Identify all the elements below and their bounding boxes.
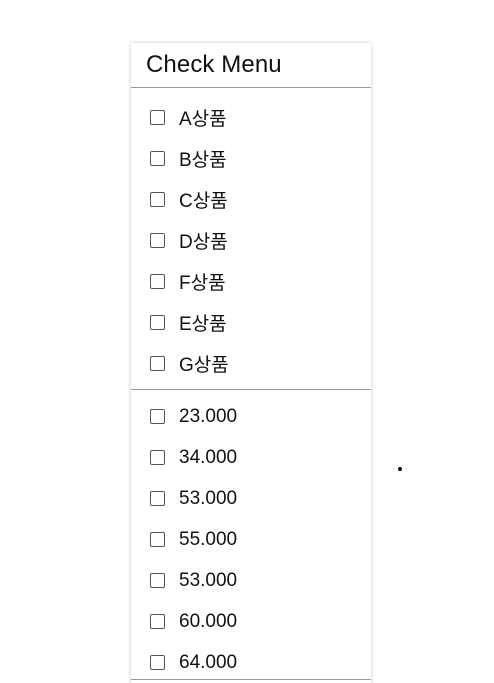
product-item[interactable]: G상품: [131, 343, 371, 384]
page: Check Menu A상품 B상품 C상품 D상품 F상품 E상품 G상품 2…: [0, 0, 494, 683]
dot-marker: [398, 467, 402, 471]
price-checkbox[interactable]: [150, 409, 165, 424]
product-label: E상품: [179, 314, 227, 335]
product-label: B상품: [179, 150, 227, 171]
price-label: 60.000: [179, 610, 238, 632]
price-checkbox[interactable]: [150, 532, 165, 547]
product-label: G상품: [179, 355, 229, 376]
menu-header: Check Menu: [131, 43, 371, 88]
product-item[interactable]: D상품: [131, 220, 371, 261]
product-checkbox[interactable]: [150, 274, 165, 289]
price-label: 23.000: [179, 405, 238, 427]
price-label: 53.000: [179, 569, 238, 591]
product-label: D상품: [179, 232, 228, 253]
product-label: A상품: [179, 109, 227, 130]
product-checkbox[interactable]: [150, 110, 165, 125]
price-item[interactable]: 53.000: [131, 560, 371, 601]
menu-bottom-divider: [131, 679, 371, 680]
price-item[interactable]: 64.000: [131, 642, 371, 683]
product-item[interactable]: A상품: [131, 97, 371, 138]
price-label: 53.000: [179, 487, 238, 509]
price-checkbox[interactable]: [150, 655, 165, 670]
product-label: F상품: [179, 273, 226, 294]
product-item[interactable]: B상품: [131, 138, 371, 179]
product-item[interactable]: C상품: [131, 179, 371, 220]
price-checkbox[interactable]: [150, 491, 165, 506]
price-checkbox[interactable]: [150, 573, 165, 588]
product-checkbox[interactable]: [150, 315, 165, 330]
product-item[interactable]: E상품: [131, 302, 371, 343]
price-item[interactable]: 53.000: [131, 478, 371, 519]
product-checkbox[interactable]: [150, 192, 165, 207]
product-checkbox[interactable]: [150, 233, 165, 248]
menu-title: Check Menu: [146, 51, 282, 78]
price-checkbox[interactable]: [150, 450, 165, 465]
price-checkbox[interactable]: [150, 614, 165, 629]
price-label: 34.000: [179, 446, 238, 468]
price-item[interactable]: 23.000: [131, 396, 371, 437]
check-menu-card: Check Menu A상품 B상품 C상품 D상품 F상품 E상품 G상품 2…: [131, 43, 371, 683]
price-item[interactable]: 60.000: [131, 601, 371, 642]
price-item[interactable]: 34.000: [131, 437, 371, 478]
price-list: 23.000 34.000 53.000 55.000 53.000 60.00…: [131, 389, 371, 683]
product-list: A상품 B상품 C상품 D상품 F상품 E상품 G상품: [131, 88, 371, 389]
product-label: C상품: [179, 191, 228, 212]
product-checkbox[interactable]: [150, 151, 165, 166]
price-label: 64.000: [179, 651, 238, 673]
price-item[interactable]: 55.000: [131, 519, 371, 560]
product-item[interactable]: F상품: [131, 261, 371, 302]
product-checkbox[interactable]: [150, 356, 165, 371]
price-label: 55.000: [179, 528, 238, 550]
